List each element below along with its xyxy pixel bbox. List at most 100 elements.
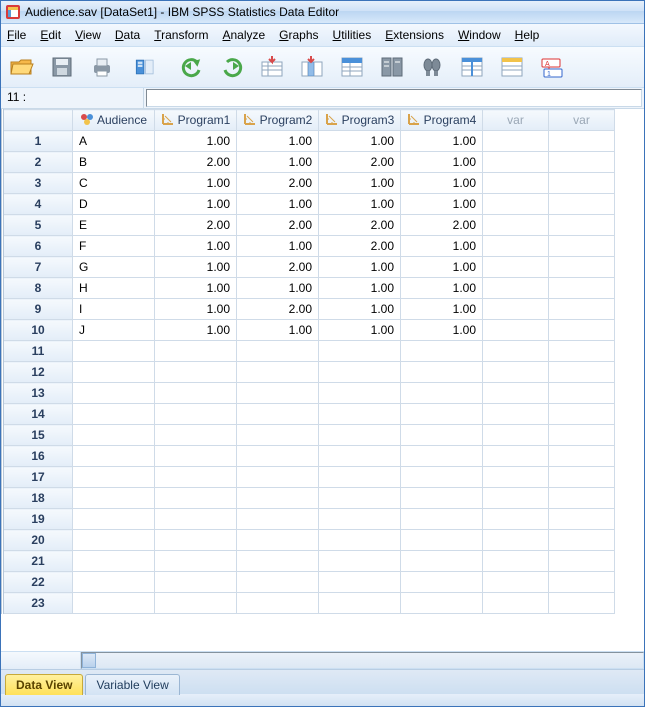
- cell-empty[interactable]: [401, 530, 483, 551]
- cell-empty[interactable]: [401, 551, 483, 572]
- cell[interactable]: 1.00: [155, 236, 237, 257]
- row-header[interactable]: 16: [3, 446, 73, 467]
- cell[interactable]: 2.00: [319, 152, 401, 173]
- cell-empty[interactable]: [483, 299, 549, 320]
- row-header[interactable]: 9: [3, 299, 73, 320]
- cell[interactable]: 1.00: [319, 194, 401, 215]
- cell-empty[interactable]: [549, 551, 615, 572]
- cell-empty[interactable]: [401, 383, 483, 404]
- cell-empty[interactable]: [483, 572, 549, 593]
- cell-empty[interactable]: [319, 467, 401, 488]
- row-header[interactable]: 22: [3, 572, 73, 593]
- cell[interactable]: J: [73, 320, 155, 341]
- cell-empty[interactable]: [549, 593, 615, 614]
- cell-empty[interactable]: [319, 488, 401, 509]
- cell-empty[interactable]: [73, 425, 155, 446]
- cell[interactable]: 2.00: [155, 152, 237, 173]
- column-header-program3[interactable]: Program3: [319, 110, 401, 131]
- column-header-audience[interactable]: Audience: [73, 110, 155, 131]
- cell[interactable]: 1.00: [237, 278, 319, 299]
- cell-empty[interactable]: [483, 152, 549, 173]
- cell-empty[interactable]: [237, 488, 319, 509]
- cell[interactable]: 1.00: [401, 131, 483, 152]
- cell[interactable]: E: [73, 215, 155, 236]
- split-file-button[interactable]: [457, 52, 487, 82]
- cell-empty[interactable]: [319, 530, 401, 551]
- row-header[interactable]: 1: [3, 131, 73, 152]
- cell-empty[interactable]: [73, 467, 155, 488]
- tab-variable-view[interactable]: Variable View: [85, 674, 179, 695]
- recall-dialog-button[interactable]: [127, 52, 167, 82]
- cell-empty[interactable]: [319, 509, 401, 530]
- cell[interactable]: 2.00: [237, 299, 319, 320]
- cell-empty[interactable]: [549, 278, 615, 299]
- cell-empty[interactable]: [483, 173, 549, 194]
- cell-empty[interactable]: [73, 446, 155, 467]
- row-header[interactable]: 4: [3, 194, 73, 215]
- cell-empty[interactable]: [319, 425, 401, 446]
- row-header[interactable]: 2: [3, 152, 73, 173]
- find-button[interactable]: [417, 52, 447, 82]
- cell[interactable]: 1.00: [155, 194, 237, 215]
- cell-empty[interactable]: [483, 593, 549, 614]
- cell[interactable]: 1.00: [401, 299, 483, 320]
- cell-empty[interactable]: [483, 194, 549, 215]
- cell-empty[interactable]: [237, 446, 319, 467]
- row-header[interactable]: 3: [3, 173, 73, 194]
- cell-empty[interactable]: [483, 236, 549, 257]
- cell[interactable]: 1.00: [155, 257, 237, 278]
- cell-empty[interactable]: [401, 593, 483, 614]
- cell-empty[interactable]: [237, 404, 319, 425]
- cell-empty[interactable]: [155, 425, 237, 446]
- cell[interactable]: 1.00: [319, 131, 401, 152]
- cell[interactable]: 1.00: [237, 320, 319, 341]
- cell[interactable]: 2.00: [319, 236, 401, 257]
- cell-empty[interactable]: [549, 257, 615, 278]
- cell-empty[interactable]: [483, 551, 549, 572]
- cell[interactable]: 2.00: [319, 215, 401, 236]
- row-header[interactable]: 15: [3, 425, 73, 446]
- cell-empty[interactable]: [549, 215, 615, 236]
- cell[interactable]: 2.00: [237, 173, 319, 194]
- cell[interactable]: 2.00: [237, 257, 319, 278]
- menu-graphs[interactable]: Graphs: [279, 28, 318, 42]
- cell[interactable]: 1.00: [237, 236, 319, 257]
- cell-empty[interactable]: [319, 446, 401, 467]
- cell[interactable]: 1.00: [319, 278, 401, 299]
- column-header-program2[interactable]: Program2: [237, 110, 319, 131]
- cell-empty[interactable]: [549, 152, 615, 173]
- cell-empty[interactable]: [155, 572, 237, 593]
- cell-empty[interactable]: [155, 362, 237, 383]
- goto-variable-button[interactable]: [297, 52, 327, 82]
- cell-empty[interactable]: [483, 404, 549, 425]
- cell[interactable]: 1.00: [319, 299, 401, 320]
- cell[interactable]: 1.00: [319, 257, 401, 278]
- cell-empty[interactable]: [549, 530, 615, 551]
- cell[interactable]: 1.00: [401, 236, 483, 257]
- cell[interactable]: 1.00: [155, 173, 237, 194]
- cell-empty[interactable]: [483, 425, 549, 446]
- cell-empty[interactable]: [237, 425, 319, 446]
- cell-empty[interactable]: [549, 131, 615, 152]
- value-labels-button[interactable]: A1: [537, 52, 567, 82]
- weight-cases-button[interactable]: [497, 52, 527, 82]
- column-header-program4[interactable]: Program4: [401, 110, 483, 131]
- cell-empty[interactable]: [483, 257, 549, 278]
- cell[interactable]: 2.00: [237, 215, 319, 236]
- cell[interactable]: 2.00: [401, 215, 483, 236]
- redo-button[interactable]: [217, 52, 247, 82]
- menu-window[interactable]: Window: [458, 28, 501, 42]
- cell-empty[interactable]: [483, 467, 549, 488]
- cell[interactable]: B: [73, 152, 155, 173]
- cell-empty[interactable]: [237, 383, 319, 404]
- cell-empty[interactable]: [73, 341, 155, 362]
- cell[interactable]: 1.00: [237, 131, 319, 152]
- cell-empty[interactable]: [549, 320, 615, 341]
- cell-empty[interactable]: [483, 446, 549, 467]
- cell-empty[interactable]: [549, 383, 615, 404]
- menu-utilities[interactable]: Utilities: [333, 28, 372, 42]
- cell[interactable]: 1.00: [319, 320, 401, 341]
- cell-empty[interactable]: [401, 341, 483, 362]
- cell-empty[interactable]: [237, 362, 319, 383]
- menu-data[interactable]: Data: [115, 28, 140, 42]
